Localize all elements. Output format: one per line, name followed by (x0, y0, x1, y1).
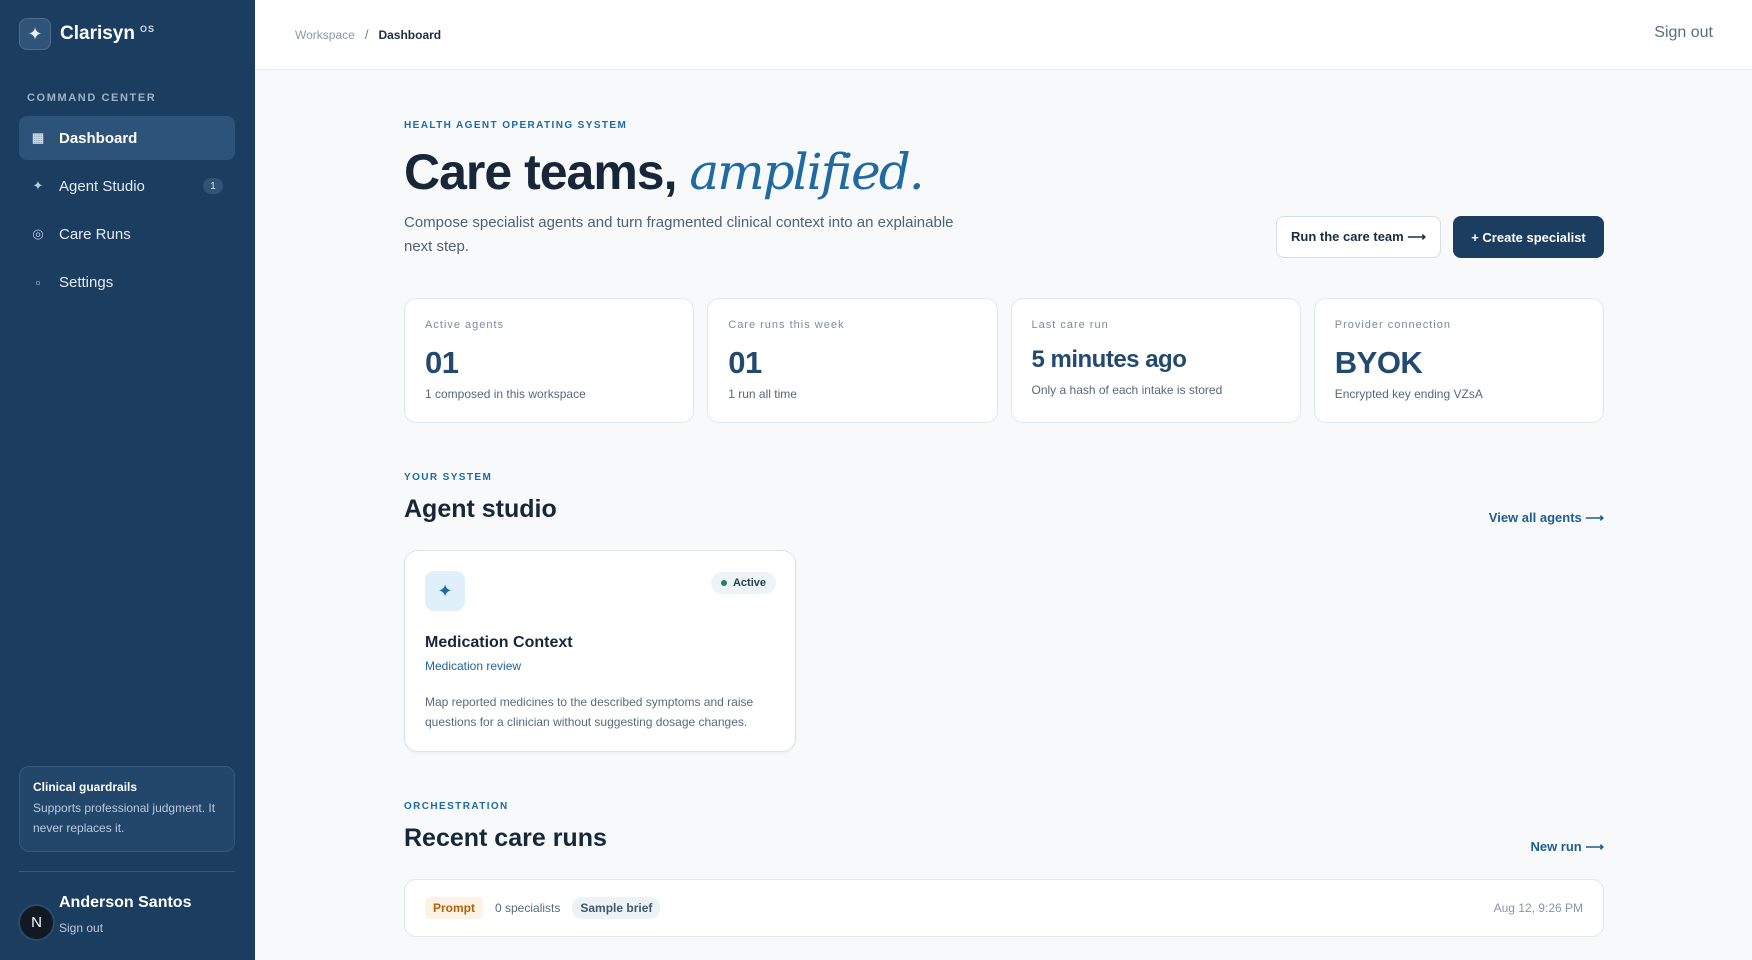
sidebar: ✦ Clarisyn OS COMMAND CENTER ▦ Dashboard… (0, 0, 255, 960)
agent-role: Medication review (425, 659, 522, 673)
title-accent: amplified. (689, 143, 924, 201)
run-source-badge: Sample brief (572, 897, 661, 919)
brand-name: Clarisyn (60, 23, 135, 44)
sidebar-item-dashboard[interactable]: ▦ Dashboard (19, 116, 235, 160)
stat-sub: 1 composed in this workspace (425, 387, 586, 401)
hero-eyebrow: HEALTH AGENT OPERATING SYSTEM (404, 120, 628, 131)
sidebar-item-care-runs[interactable]: ◎ Care Runs (19, 212, 235, 256)
studio-eyebrow: YOUR SYSTEM (404, 472, 493, 483)
sidebar-item-settings[interactable]: ▫ Settings (19, 260, 235, 304)
agent-name: Medication Context (425, 634, 573, 651)
stat-value: 5 minutes ago (1031, 346, 1187, 373)
brand-logo-icon: ✦ (19, 18, 51, 50)
stat-label: Active agents (425, 319, 505, 331)
status-label: Active (732, 577, 766, 589)
list-item[interactable]: Prompt 0 specialists Sample brief Aug 12… (404, 879, 1604, 937)
brand[interactable]: ✦ Clarisyn OS (19, 18, 155, 50)
breadcrumb-current: Dashboard (378, 27, 442, 42)
sparkle-icon: ✦ (32, 178, 44, 193)
count-badge: 1 (203, 178, 223, 194)
stat-value: BYOK (1334, 345, 1423, 380)
view-all-agents-link[interactable]: View all agents ⟶ (1489, 510, 1604, 526)
stat-label: Provider connection (1334, 319, 1451, 331)
sidebar-item-label: Settings (59, 273, 114, 291)
sidebar-item-agent-studio[interactable]: ✦ Agent Studio 1 (19, 164, 235, 208)
runs-title: Recent care runs (404, 824, 607, 852)
sidebar-nav: ▦ Dashboard ✦ Agent Studio 1 ◎ Care Runs… (19, 116, 235, 308)
guardrails-title: Clinical guardrails (33, 780, 138, 794)
sidebar-divider (19, 871, 235, 872)
run-specialists: 0 specialists (495, 901, 561, 915)
create-specialist-button[interactable]: + Create specialist (1453, 216, 1604, 258)
grid-icon: ▦ (31, 130, 45, 145)
run-timestamp: Aug 12, 9:26 PM (1493, 901, 1583, 915)
run-care-team-button[interactable]: Run the care team ⟶ (1276, 216, 1441, 258)
runs-eyebrow: ORCHESTRATION (404, 801, 509, 812)
breadcrumb-workspace[interactable]: Workspace (295, 28, 355, 42)
title-main: Care teams, (404, 144, 677, 200)
status-dot-icon (720, 580, 727, 586)
stat-card-provider: Provider connection BYOK Encrypted key e… (1313, 298, 1604, 423)
brand-suffix: OS (139, 24, 155, 34)
status-badge: Active (710, 572, 776, 594)
stats-row: Active agents 01 1 composed in this work… (404, 298, 1604, 423)
clinical-guardrails-card: Clinical guardrails Supports professiona… (19, 766, 235, 852)
hero-description: Compose specialist agents and turn fragm… (404, 214, 954, 255)
sidebar-item-label: Care Runs (59, 225, 131, 243)
breadcrumb-separator: / (364, 27, 369, 42)
sidebar-item-label: Dashboard (59, 129, 138, 147)
sidebar-item-label: Agent Studio (59, 177, 145, 195)
guardrails-text: Supports professional judgment. It never… (33, 801, 216, 835)
stat-sub: Only a hash of each intake is stored (1031, 383, 1223, 397)
agent-description: Map reported medicines to the described … (425, 695, 754, 729)
stat-card-last-run: Last care run 5 minutes ago Only a hash … (1010, 298, 1301, 423)
agent-card[interactable]: ✦ Active Medication Context Medication r… (404, 550, 796, 752)
stat-sub: 1 run all time (728, 387, 797, 401)
ring-icon: ◎ (32, 226, 44, 241)
stat-label: Care runs this week (728, 319, 845, 331)
stat-value: 01 (728, 345, 762, 380)
square-icon: ▫ (35, 274, 41, 290)
stat-card-care-runs: Care runs this week 01 1 run all time (707, 298, 998, 423)
sign-out-button[interactable]: Sign out (1654, 24, 1713, 42)
page-title: Care teams, amplified. (404, 143, 925, 201)
stat-card-active-agents: Active agents 01 1 composed in this work… (404, 298, 695, 423)
top-bar: Workspace / Dashboard Sign out (255, 0, 1752, 70)
breadcrumb: Workspace / Dashboard (295, 27, 441, 42)
user-name: Anderson Santos (59, 894, 192, 911)
studio-title: Agent studio (404, 495, 557, 523)
sparkle-icon: ✦ (425, 571, 465, 611)
sidebar-sign-out-link[interactable]: Sign out (59, 921, 103, 935)
stat-sub: Encrypted key ending VZsA (1334, 387, 1483, 401)
stat-value: 01 (425, 345, 459, 380)
run-type-badge: Prompt (425, 897, 483, 919)
avatar[interactable]: N (18, 904, 55, 941)
nav-section-label: COMMAND CENTER (27, 92, 157, 104)
stat-label: Last care run (1031, 319, 1109, 331)
new-run-link[interactable]: New run ⟶ (1530, 839, 1604, 855)
